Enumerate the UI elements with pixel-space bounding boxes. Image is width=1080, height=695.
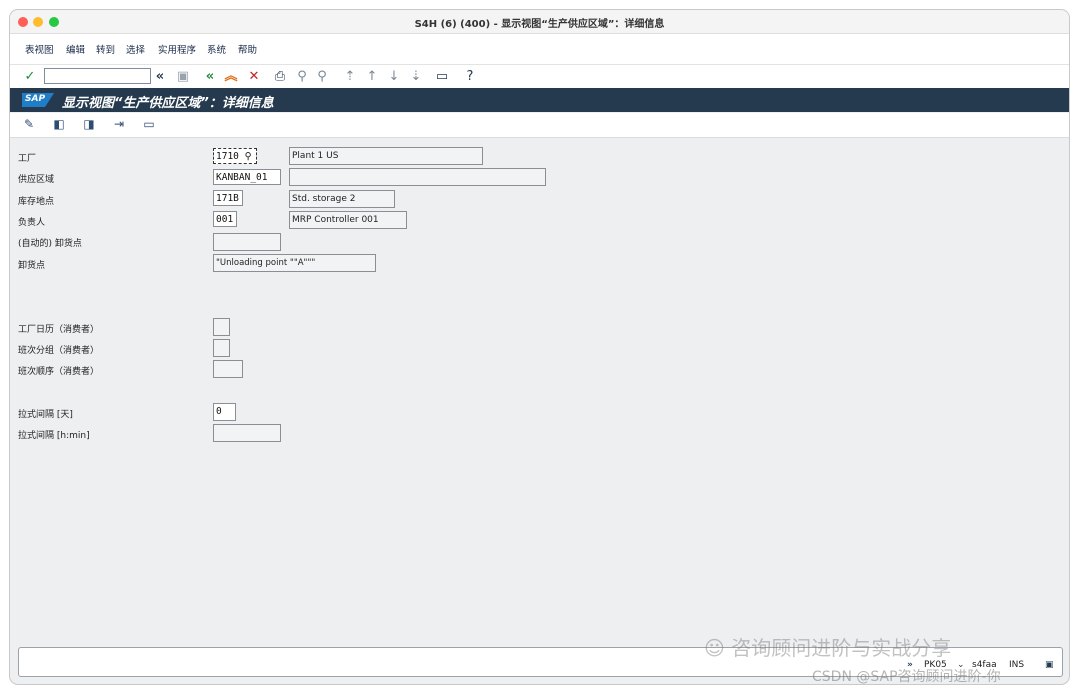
supply-area-description (289, 168, 546, 186)
window-title: S4H (6) (400) - 显示视图“生产供应区域”：详细信息 (414, 19, 665, 30)
save-icon[interactable]: ▣ (175, 68, 191, 85)
storage-location-field[interactable]: 171B (213, 190, 243, 206)
shift-group-label: 班次分组（消费者） (18, 346, 100, 356)
watermark-csdn: CSDN @SAP咨询顾问进阶-你 (812, 669, 1001, 684)
sap-title-bar: SAP 显示视图“生产供应区域”：详细信息 (10, 88, 1069, 112)
display-change-icon[interactable]: ✎ (20, 117, 38, 132)
command-field[interactable] (44, 68, 151, 84)
status-mode: INS (1009, 660, 1025, 670)
pull-interval-days-field[interactable]: 0 (213, 403, 236, 421)
unloading-point-field[interactable]: "Unloading point ""A""" (213, 254, 376, 272)
pull-interval-hmin-field[interactable] (213, 424, 281, 442)
window-titlebar: S4H (6) (400) - 显示视图“生产供应区域”：详细信息 (10, 10, 1069, 34)
back-icon[interactable]: « (202, 68, 218, 85)
expand-icon[interactable]: ⇥ (110, 117, 128, 132)
responsible-label: 负责人 (18, 218, 46, 228)
menu-utilities[interactable]: 实用程序 (158, 42, 196, 56)
next-entry-icon[interactable]: ◨ (80, 117, 98, 132)
help-icon[interactable]: ? (462, 68, 478, 85)
supply-area-field[interactable]: KANBAN_01 (213, 169, 281, 185)
plant-label: 工厂 (18, 154, 37, 164)
menu-bar: 表视图 编辑 转到 选择 实用程序 系统 帮助 (10, 34, 1069, 65)
print-icon[interactable]: ⎙ (272, 68, 288, 85)
find-icon[interactable]: ⚲ (294, 68, 310, 85)
watermark-text: ☺ 咨询顾问进阶与实战分享 (704, 636, 952, 660)
next-page-icon[interactable]: ↓ (386, 68, 402, 85)
storage-location-description: Std. storage 2 (289, 190, 395, 208)
unloading-point-label: 卸货点 (18, 261, 46, 271)
auto-unloading-label: (自动的) 卸货点 (18, 239, 82, 249)
prev-page-icon[interactable]: ↑ (364, 68, 380, 85)
last-page-icon[interactable]: ⇣ (408, 68, 424, 85)
storage-location-label: 库存地点 (18, 197, 55, 207)
system-toolbar: ✓ « ▣ « ︽ ✕ ⎙ ⚲ ⚲ ⇡ ↑ ↓ ⇣ ▭ ? (10, 65, 1069, 89)
cancel-icon[interactable]: ✕ (246, 68, 262, 85)
variant-icon[interactable]: ▭ (140, 117, 158, 132)
check-icon[interactable]: ✓ (22, 68, 38, 85)
wechat-icon: ☺ (704, 636, 725, 660)
menu-select[interactable]: 选择 (126, 42, 145, 56)
shift-sequence-field[interactable] (213, 360, 243, 378)
responsible-field[interactable]: 001 (213, 211, 237, 227)
find-next-icon[interactable]: ⚲ (314, 68, 330, 85)
layout-icon[interactable]: ▭ (434, 68, 450, 85)
app-window: S4H (6) (400) - 显示视图“生产供应区域”：详细信息 表视图 编辑… (10, 10, 1069, 684)
pull-interval-days-label: 拉式间隔 [天] (18, 410, 73, 420)
sap-logo: SAP (22, 93, 54, 107)
menu-edit[interactable]: 编辑 (66, 42, 85, 56)
auto-unloading-field[interactable] (213, 233, 281, 251)
plant-calendar-label: 工厂日历（消费者） (18, 325, 100, 335)
exit-icon[interactable]: ︽ (223, 68, 239, 85)
first-page-icon[interactable]: ⇡ (342, 68, 358, 85)
supply-area-label: 供应区域 (18, 175, 55, 185)
back-double-icon[interactable]: « (152, 68, 168, 85)
plant-calendar-field[interactable] (213, 318, 230, 336)
status-log-icon[interactable]: ▣ (1045, 660, 1054, 670)
application-toolbar: ✎ ◧ ◨ ⇥ ▭ (10, 113, 1069, 138)
menu-table-view[interactable]: 表视图 (25, 42, 54, 56)
pull-interval-hmin-label: 拉式间隔 [h:min] (18, 431, 90, 441)
plant-field[interactable]: 1710 ⚲ (213, 148, 257, 164)
screen-title: 显示视图“生产供应区域”：详细信息 (62, 96, 274, 111)
menu-goto[interactable]: 转到 (96, 42, 115, 56)
responsible-description: MRP Controller 001 (289, 211, 407, 229)
menu-help[interactable]: 帮助 (238, 42, 257, 56)
plant-description: Plant 1 US (289, 147, 483, 165)
menu-system[interactable]: 系统 (207, 42, 226, 56)
search-help-icon[interactable]: ⚲ (245, 151, 252, 162)
shift-group-field[interactable] (213, 339, 230, 357)
shift-sequence-label: 班次顺序（消费者） (18, 367, 100, 377)
previous-entry-icon[interactable]: ◧ (50, 117, 68, 132)
